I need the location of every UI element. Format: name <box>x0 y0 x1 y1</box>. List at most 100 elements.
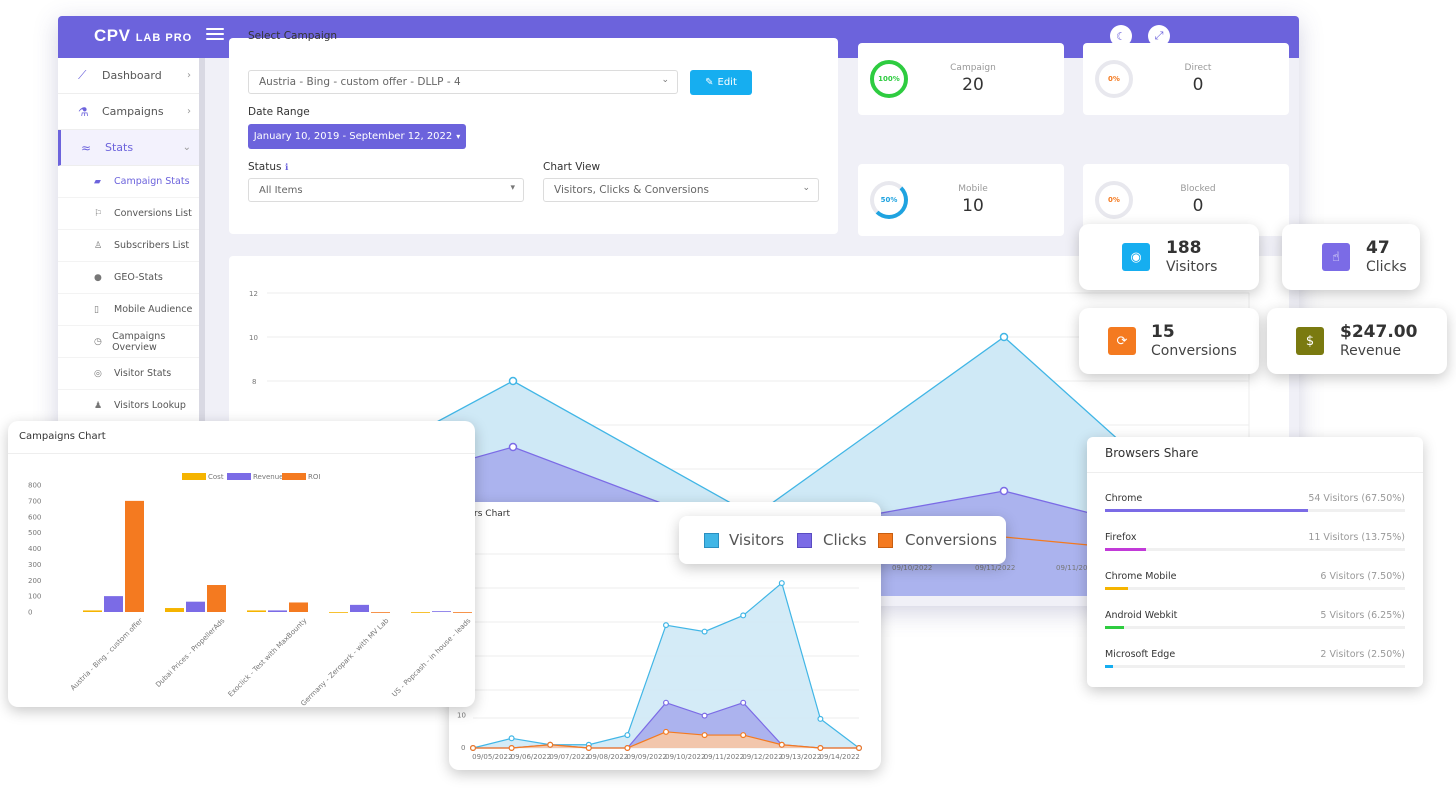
y-tick-label: 700 <box>28 497 41 505</box>
y-tick-label: 300 <box>28 561 41 569</box>
blocked-progress-ring: 0% <box>1095 181 1133 219</box>
chart-view-select[interactable]: Visitors, Clicks & Conversions ⌄ <box>543 178 819 202</box>
users-icon: ♟ <box>94 400 103 411</box>
edit-campaign-button[interactable]: ✎ Edit <box>690 70 752 95</box>
data-point <box>817 745 824 752</box>
browser-progress-track <box>1105 548 1405 551</box>
data-point <box>508 735 515 742</box>
browser-progress-fill <box>1105 509 1308 512</box>
direct-progress-ring: 0% <box>1095 60 1133 98</box>
y-tick-label: 8 <box>252 378 256 386</box>
x-tick-label: Austria - Bing - custom offer <box>69 617 144 692</box>
y-tick-label: 10 <box>249 334 258 342</box>
globe-icon: ● <box>94 272 102 283</box>
bar <box>268 610 287 612</box>
bar <box>411 612 430 613</box>
sidebar-subitem-mobile-audience[interactable]: ▯ Mobile Audience <box>58 294 199 326</box>
sidebar-item-campaigns[interactable]: ⚗ Campaigns › <box>58 94 199 130</box>
y-tick-label: 10 <box>457 712 466 720</box>
chart-view-label: Chart View <box>543 161 601 173</box>
y-tick-label: 0 <box>28 609 32 617</box>
data-point <box>701 712 708 719</box>
sidebar-subitem-campaigns-overview[interactable]: ◷ Campaigns Overview <box>58 326 199 358</box>
data-point <box>778 580 785 587</box>
eye-icon: ◎ <box>94 368 102 379</box>
data-point <box>663 622 670 629</box>
sidebar-subitem-geo-stats[interactable]: ● GEO-Stats <box>58 262 199 294</box>
stat-label: Blocked <box>1180 184 1216 194</box>
browser-name: Chrome Mobile <box>1105 571 1177 582</box>
dollar-icon: $ <box>1296 327 1324 355</box>
date-range-label: Date Range <box>248 106 310 118</box>
x-tick-label: 09/11/20 <box>1056 564 1087 572</box>
y-tick-label: 12 <box>249 290 258 298</box>
sidebar-subitem-label: Campaigns Overview <box>112 330 166 353</box>
bar <box>350 604 369 612</box>
revenue-kpi-card: $ $247.00 Revenue <box>1267 308 1447 374</box>
eye-icon: ◉ <box>1122 243 1150 271</box>
data-point <box>470 745 477 752</box>
sidebar-subitem-visitors-lookup[interactable]: ♟ Visitors Lookup <box>58 390 199 422</box>
data-point <box>740 732 747 739</box>
browser-progress-track <box>1105 509 1405 512</box>
legend-swatch <box>182 473 206 480</box>
sidebar-subitem-subscribers-list[interactable]: ♙ Subscribers List <box>58 230 199 262</box>
data-point <box>778 741 785 748</box>
sidebar-subitem-conversions-list[interactable]: ⚐ Conversions List <box>58 198 199 230</box>
browser-name: Chrome <box>1105 493 1143 504</box>
data-point <box>547 741 554 748</box>
hamburger-menu-icon[interactable] <box>206 25 224 43</box>
legend-visitors[interactable]: Visitors <box>729 531 784 549</box>
stat-label: Campaign <box>950 63 996 73</box>
legend-label: Revenue <box>253 473 284 481</box>
status-select-value: All Items <box>259 185 303 196</box>
info-icon: ℹ <box>284 163 289 173</box>
legend-label: ROI <box>308 473 320 481</box>
visitors-point <box>999 332 1009 342</box>
sidebar-item-dashboard[interactable]: ⟋ Dashboard › <box>58 58 199 94</box>
app-logo[interactable]: CPV LAB PRO <box>94 26 192 46</box>
edit-button-label: Edit <box>717 77 737 88</box>
conversions-kpi-card: ⟳ 15 Conversions <box>1079 308 1259 374</box>
kpi-value: $247.00 <box>1340 322 1418 342</box>
x-tick-label: 09/11/2022 <box>975 564 1015 572</box>
browser-progress-track <box>1105 665 1405 668</box>
browser-progress-fill <box>1105 587 1128 590</box>
legend-swatch-visitors <box>704 533 719 548</box>
x-tick-label: 09/08/2022 <box>588 753 628 761</box>
caret-down-icon: ▾ <box>510 183 515 193</box>
mobile-icon: ▯ <box>94 304 99 315</box>
sidebar-subitem-visitor-stats[interactable]: ◎ Visitor Stats <box>58 358 199 390</box>
y-tick-label: 0 <box>461 744 465 752</box>
stat-value: 0 <box>1192 75 1204 95</box>
browser-progress-fill <box>1105 626 1124 629</box>
caret-down-icon: ▾ <box>456 132 461 141</box>
campaign-select[interactable]: Austria - Bing - custom offer - DLLP - 4… <box>248 70 678 94</box>
clicks-point <box>999 486 1009 496</box>
mobile-stat-card: 50% Mobile 10 <box>858 164 1064 236</box>
browser-visitors-value: 54 Visitors (67.50%) <box>1308 493 1405 504</box>
sidebar-subitem-campaign-stats[interactable]: ▰ Campaign Stats <box>58 166 199 198</box>
sidebar-subitem-label: Visitors Lookup <box>114 400 186 411</box>
kpi-label: Visitors <box>1166 259 1218 275</box>
data-point <box>740 699 747 706</box>
sidebar-item-label: Dashboard <box>102 69 162 82</box>
date-range-picker[interactable]: January 10, 2019 - September 12, 2022 ▾ <box>248 124 466 149</box>
legend-clicks[interactable]: Clicks <box>823 531 867 549</box>
campaign-stat-card: 100% Campaign 20 <box>858 43 1064 115</box>
refresh-icon: ⟳ <box>1108 327 1136 355</box>
y-tick-label: 800 <box>28 482 41 490</box>
data-point <box>624 745 631 752</box>
status-select[interactable]: All Items ▾ <box>248 178 524 202</box>
flag-icon: ⚐ <box>94 208 103 219</box>
bar <box>432 611 451 613</box>
logo-sub-text: LAB PRO <box>135 32 193 44</box>
legend-conversions[interactable]: Conversions <box>905 531 997 549</box>
stat-label: Mobile <box>958 184 988 194</box>
browsers-share-card: Browsers Share Chrome 54 Visitors (67.50%… <box>1087 437 1423 687</box>
clock-icon: ◷ <box>94 336 102 347</box>
area-chart-icon: ▰ <box>94 176 101 187</box>
sidebar-item-stats[interactable]: ≈ Stats ⌄ <box>58 130 199 166</box>
bar <box>329 612 348 613</box>
x-tick-label: 09/05/2022 <box>472 753 512 761</box>
